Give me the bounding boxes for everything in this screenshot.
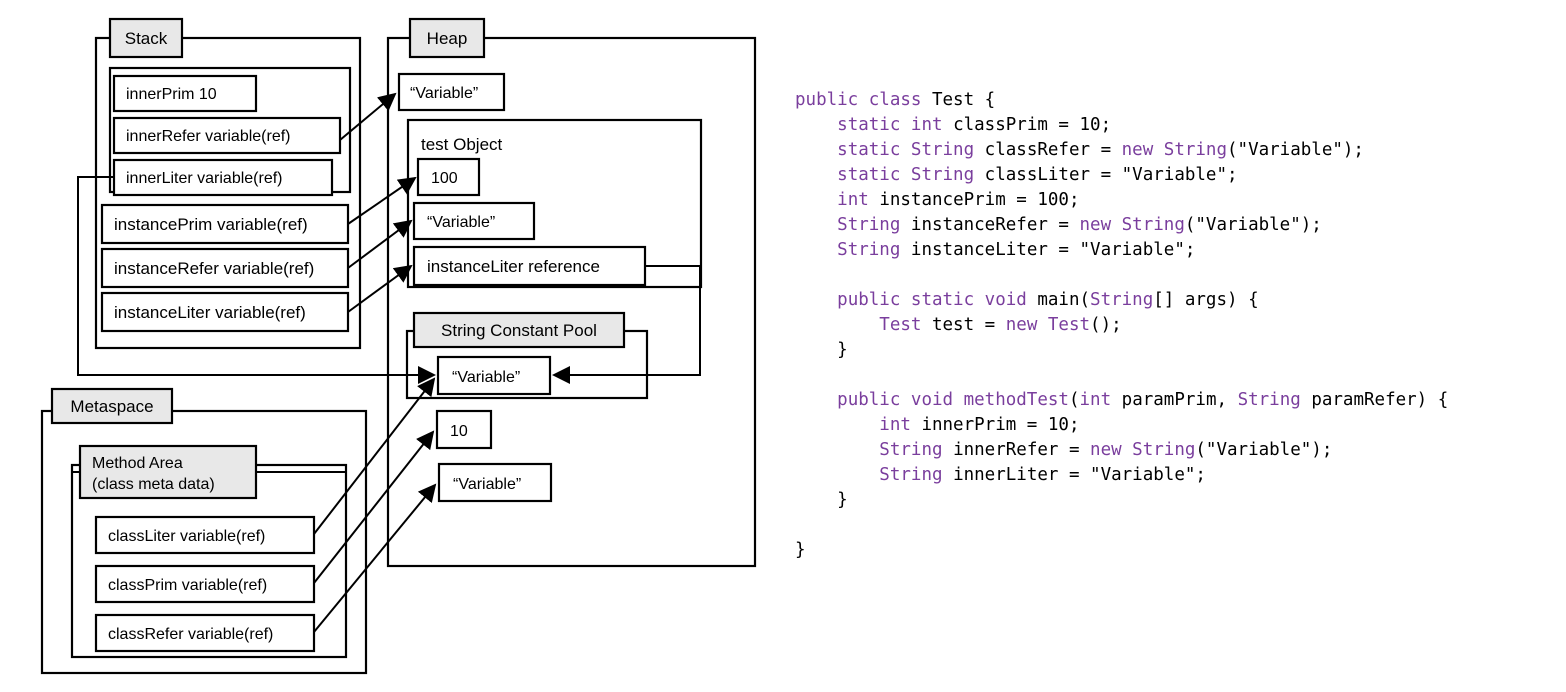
heap-box-string-variable-label: “Variable” bbox=[410, 85, 478, 102]
stack-slot-instanceRefer-label: instanceRefer variable(ref) bbox=[114, 259, 314, 278]
code-token: public class bbox=[795, 90, 932, 110]
code-token: Test bbox=[879, 315, 932, 335]
code-token: } bbox=[795, 490, 848, 510]
code-token: int bbox=[1079, 390, 1122, 410]
code-token: String bbox=[837, 240, 911, 260]
test-object-label: test Object bbox=[421, 135, 503, 154]
test-object-field-prim-label: 100 bbox=[431, 170, 458, 187]
code-token: main( bbox=[1037, 290, 1091, 310]
string-constant-pool-label: String Constant Pool bbox=[441, 321, 597, 340]
heap-label: Heap bbox=[427, 29, 468, 48]
code-token: (); bbox=[1090, 315, 1122, 335]
arrow-classLiter-to-scp bbox=[313, 377, 436, 535]
code-token: int bbox=[879, 415, 922, 435]
arrow-innerRefer-to-heap-string bbox=[339, 92, 397, 141]
test-object-field-liter-label: instanceLiter reference bbox=[427, 257, 600, 276]
code-token: } bbox=[795, 540, 806, 560]
code-token: paramPrim, bbox=[1121, 390, 1238, 410]
stack-slot-instanceLiter-label: instanceLiter variable(ref) bbox=[114, 303, 306, 322]
code-token: instanceLiter = "Variable"; bbox=[910, 240, 1196, 260]
code-token: public void methodTest bbox=[837, 390, 1069, 410]
code-token: classPrim = 10; bbox=[953, 115, 1112, 135]
method-area-slot-classRefer-label: classRefer variable(ref) bbox=[108, 626, 273, 643]
code-token: paramRefer) { bbox=[1311, 390, 1449, 410]
code-token: [] args) { bbox=[1153, 290, 1259, 310]
code-token: innerRefer = bbox=[953, 440, 1091, 460]
code-token: classLiter = "Variable"; bbox=[984, 165, 1238, 185]
code-token: instanceRefer = bbox=[910, 215, 1080, 235]
code-token: Test { bbox=[931, 90, 996, 110]
java-source-code: public class Test { static int classPrim… bbox=[795, 88, 1560, 563]
test-object-field-refer-label: “Variable” bbox=[427, 214, 495, 231]
stack-slot-instancePrim-label: instancePrim variable(ref) bbox=[114, 215, 308, 234]
code-token: new String bbox=[1079, 215, 1185, 235]
stack-slot-innerLiter-label: innerLiter variable(ref) bbox=[126, 170, 283, 187]
arrow-instanceLiter-to-obj-liter bbox=[347, 264, 413, 313]
code-token: new Test bbox=[1005, 315, 1091, 335]
method-area-slot-classLiter-label: classLiter variable(ref) bbox=[108, 528, 265, 545]
scp-box-variable-label: “Variable” bbox=[452, 369, 520, 386]
stack-slot-innerRefer-label: innerRefer variable(ref) bbox=[126, 128, 291, 145]
code-token: static String bbox=[837, 165, 985, 185]
code-token: ("Variable"); bbox=[1227, 140, 1364, 160]
jvm-memory-diagram: Stack innerPrim 10 innerRefer variable(r… bbox=[40, 17, 757, 675]
stack-label: Stack bbox=[125, 29, 168, 48]
code-token: String bbox=[879, 465, 954, 485]
code-token: String bbox=[1237, 390, 1312, 410]
java-source-panel: public class Test { static int classPrim… bbox=[795, 88, 1560, 563]
code-token: String bbox=[837, 215, 911, 235]
arrow-instanceRefer-to-obj-refer bbox=[347, 219, 413, 269]
code-token: new String bbox=[1121, 140, 1227, 160]
code-token: String bbox=[1090, 290, 1154, 310]
heap-box-ten-label: 10 bbox=[450, 423, 468, 440]
code-token: test = bbox=[931, 315, 1006, 335]
code-token: static String bbox=[837, 140, 985, 160]
code-token: classRefer = bbox=[984, 140, 1122, 160]
metaspace-label: Metaspace bbox=[70, 397, 153, 416]
stack-slot-innerPrim-label: innerPrim 10 bbox=[126, 86, 217, 103]
code-token: innerLiter = "Variable"; bbox=[953, 465, 1206, 485]
code-token: public static void bbox=[837, 290, 1038, 310]
code-token: String bbox=[879, 440, 954, 460]
code-token: instancePrim = 100; bbox=[879, 190, 1080, 210]
code-token: innerPrim = 10; bbox=[921, 415, 1080, 435]
code-token: ("Variable"); bbox=[1195, 440, 1333, 460]
method-area-slot-classPrim-label: classPrim variable(ref) bbox=[108, 577, 267, 594]
code-token: int bbox=[837, 190, 880, 210]
code-token: ("Variable"); bbox=[1184, 215, 1322, 235]
code-token: ( bbox=[1068, 390, 1080, 410]
heap-box-variable-2-label: “Variable” bbox=[453, 476, 521, 493]
arrow-instancePrim-to-obj-prim bbox=[347, 176, 417, 225]
code-token: static int bbox=[837, 115, 954, 135]
method-area-label-line1: Method Area bbox=[92, 455, 183, 472]
code-token: new String bbox=[1090, 440, 1196, 460]
method-area-label-line2: (class meta data) bbox=[92, 476, 215, 493]
code-token: } bbox=[795, 340, 848, 360]
